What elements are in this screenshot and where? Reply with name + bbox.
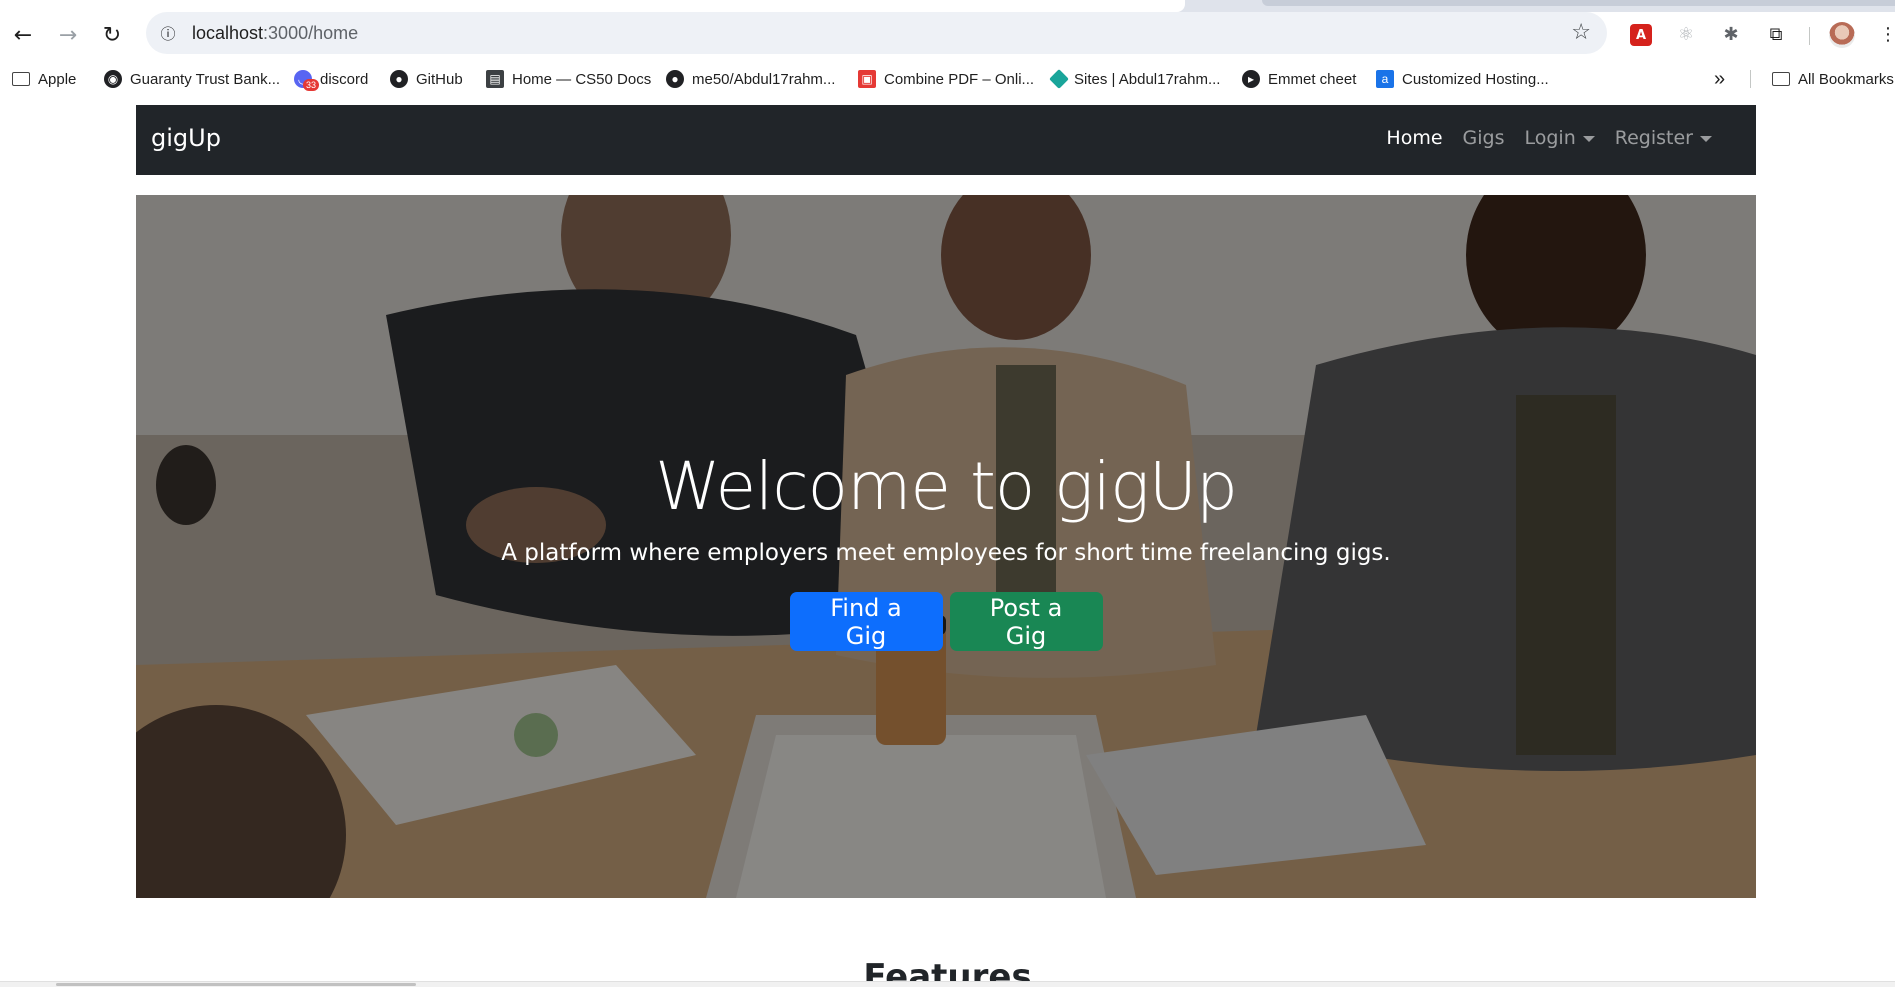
bookmark-gtbank[interactable]: ◉ Guaranty Trust Bank... <box>104 68 280 90</box>
nav-link-gigs[interactable]: Gigs <box>1463 127 1505 149</box>
active-tab[interactable] <box>0 0 1185 12</box>
nav-dropdown-login[interactable]: Login <box>1525 127 1595 149</box>
caret-down-icon <box>1582 136 1595 142</box>
bookmark-hosting[interactable]: a Customized Hosting... <box>1376 68 1549 90</box>
notification-badge: 33 <box>303 79 320 91</box>
forward-arrow-icon[interactable]: → <box>53 20 83 50</box>
hero-title: Welcome to gigUp <box>655 448 1238 525</box>
nav-label: Gigs <box>1462 127 1505 149</box>
github-icon: ● <box>666 70 684 88</box>
react-devtools-icon[interactable]: ⚛ <box>1672 20 1700 48</box>
bookmark-me50[interactable]: ● me50/Abdul17rahm... <box>666 68 835 90</box>
brand-logo[interactable]: gigUp <box>151 124 221 152</box>
nav-dropdown-register[interactable]: Register <box>1615 127 1712 149</box>
bookmark-emmet[interactable]: ▸ Emmet cheet <box>1242 68 1356 90</box>
bookmark-sites[interactable]: Sites | Abdul17rahm... <box>1049 68 1221 90</box>
find-gig-button[interactable]: Find a Gig <box>789 592 943 651</box>
web-page: gigUp Home Gigs Login Register Welcome t… <box>0 105 1895 987</box>
github-icon: ● <box>390 70 408 88</box>
bookmark-label: Combine PDF – Onli... <box>884 70 1035 88</box>
address-bar[interactable]: ⓘ localhost:3000/home ☆ <box>146 12 1607 54</box>
hero-buttons: Find a Gig Post a Gig <box>136 592 1756 651</box>
browser-toolbar: ← → ↻ ⓘ localhost:3000/home ☆ A ⚛ ✱ ⧉ ⋮ <box>0 12 1895 56</box>
emmet-icon: ▸ <box>1242 70 1260 88</box>
profile-avatar[interactable] <box>1829 22 1855 48</box>
hero-subtitle: A platform where employers meet employee… <box>501 540 1391 566</box>
bookmark-label: GitHub <box>416 70 463 88</box>
bookmark-label: Emmet cheet <box>1268 70 1357 88</box>
nav-label: Home <box>1386 127 1443 149</box>
bookmark-label: discord <box>320 70 369 88</box>
folder-icon <box>12 72 30 86</box>
pdf-icon: ▣ <box>858 70 876 88</box>
inactive-tab[interactable] <box>1262 0 1895 6</box>
bookmark-label: Guaranty Trust Bank... <box>130 70 281 88</box>
discord-icon: ◡ 33 <box>294 70 320 91</box>
bookmark-label: All Bookmarks <box>1798 70 1894 88</box>
bookmark-cs50-docs[interactable]: ▤ Home — CS50 Docs <box>486 68 651 90</box>
back-arrow-icon[interactable]: ← <box>8 20 38 50</box>
nav-label: Register <box>1614 127 1693 149</box>
bookmark-discord[interactable]: ◡ 33 discord <box>294 68 369 91</box>
bookmarks-overflow-chevron-icon[interactable]: » <box>1714 68 1725 90</box>
all-bookmarks[interactable]: All Bookmarks <box>1772 68 1894 90</box>
bookmark-label: me50/Abdul17rahm... <box>692 70 836 88</box>
nav-link-home[interactable]: Home <box>1386 127 1442 149</box>
bookmark-star-icon[interactable]: ☆ <box>1571 20 1591 45</box>
post-gig-button[interactable]: Post a Gig <box>949 592 1103 651</box>
nav-links: Home Gigs Login Register <box>1386 127 1712 149</box>
bookmark-apple[interactable]: Apple <box>12 68 76 90</box>
bug-extension-icon[interactable]: ✱ <box>1717 20 1745 48</box>
bank-icon: ◉ <box>104 70 122 88</box>
hosting-icon: a <box>1376 70 1394 88</box>
caret-down-icon <box>1700 136 1712 142</box>
bookmark-label: Home — CS50 Docs <box>512 70 652 88</box>
folder-icon <box>1772 72 1790 86</box>
tab-strip <box>0 0 1895 12</box>
site-info-icon[interactable]: ⓘ <box>156 21 180 45</box>
bookmark-label: Apple <box>38 70 77 88</box>
bookmark-label: Customized Hosting... <box>1402 70 1549 88</box>
bookmarks-divider <box>1750 70 1751 88</box>
bookmarks-bar: Apple ◉ Guaranty Trust Bank... ◡ 33 disco… <box>0 64 1895 94</box>
bookmark-github[interactable]: ● GitHub <box>390 68 463 90</box>
bookmark-combine-pdf[interactable]: ▣ Combine PDF – Onli... <box>858 68 1034 90</box>
url-text[interactable]: localhost:3000/home <box>192 23 358 44</box>
nav-label: Login <box>1524 127 1576 149</box>
reload-icon[interactable]: ↻ <box>97 20 127 50</box>
docs-icon: ▤ <box>486 70 504 88</box>
horizontal-scrollbar[interactable] <box>0 981 1895 987</box>
extensions-puzzle-icon[interactable]: ⧉ <box>1762 20 1790 48</box>
menu-dots-icon[interactable]: ⋮ <box>1874 20 1895 48</box>
hero-section: Welcome to gigUp A platform where employ… <box>136 195 1756 898</box>
bookmark-label: Sites | Abdul17rahm... <box>1074 70 1221 88</box>
site-navbar: gigUp Home Gigs Login Register <box>136 105 1756 175</box>
toolbar-divider <box>1809 27 1810 45</box>
scrollbar-thumb[interactable] <box>56 983 416 986</box>
pdf-extension-icon[interactable]: A <box>1630 24 1652 46</box>
sites-icon <box>1049 69 1069 89</box>
